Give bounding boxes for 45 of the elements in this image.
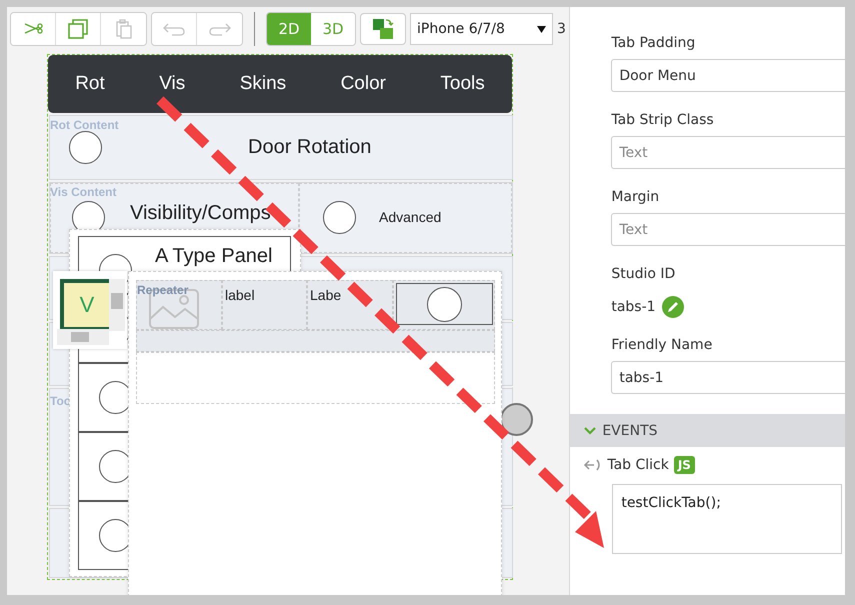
id-text: tabs-1	[611, 298, 656, 314]
section-title: EVENTS	[602, 422, 658, 438]
text-field[interactable]: Text	[611, 136, 845, 169]
redo-icon	[208, 22, 232, 36]
circle-icon	[69, 131, 102, 164]
circle-icon	[427, 287, 462, 322]
section-header[interactable]: EVENTS	[570, 414, 845, 447]
tab[interactable]: Tools	[434, 69, 491, 99]
field-label: Studio ID	[611, 266, 676, 282]
tab[interactable]: Color	[334, 69, 392, 99]
caret-icon	[537, 26, 546, 32]
cell-title: Visibility/Comps	[130, 202, 271, 225]
code-field[interactable]: testClickTab();	[612, 484, 842, 554]
text-field[interactable]: Text	[611, 213, 845, 246]
circle-icon	[323, 201, 356, 234]
device-select[interactable]: iPhone 6/7/8	[410, 13, 553, 45]
tab[interactable]: Vis	[153, 69, 192, 99]
copy-icon	[67, 18, 89, 40]
field-label: Margin	[611, 189, 660, 205]
swap-button[interactable]	[360, 13, 406, 45]
thumbnail-image: V	[60, 279, 110, 331]
tab[interactable]: Rot	[69, 69, 111, 99]
cell-title: Advanced	[379, 209, 442, 225]
text-field[interactable]: Door Menu	[611, 59, 845, 92]
event-icon	[582, 458, 602, 472]
paste-icon	[114, 18, 132, 40]
field-label: Tab Padding	[611, 35, 696, 51]
section-label: Rot Content	[50, 118, 119, 132]
section-label: Vis Content	[50, 185, 116, 199]
pencil-icon[interactable]	[662, 296, 684, 318]
field-label: Friendly Name	[611, 337, 714, 353]
toolbar-text: 3	[557, 21, 566, 37]
undo-icon	[162, 22, 186, 36]
layers-icon	[371, 17, 395, 41]
cut-button[interactable]	[11, 13, 56, 45]
field-label: Tab Strip Class	[611, 112, 715, 128]
panel-title: A Type Panel	[155, 245, 272, 268]
table-cell: label	[222, 280, 307, 330]
tab[interactable]: Skins	[234, 69, 292, 99]
horizontal-scrollbar[interactable]	[57, 329, 109, 345]
event-name: Tab Click	[607, 457, 669, 473]
text-field[interactable]: tabs-1	[611, 361, 845, 394]
vertical-scrollbar[interactable]	[109, 279, 125, 331]
repeater-label: Repeater	[137, 283, 188, 297]
section-title: Door Rotation	[248, 136, 372, 159]
